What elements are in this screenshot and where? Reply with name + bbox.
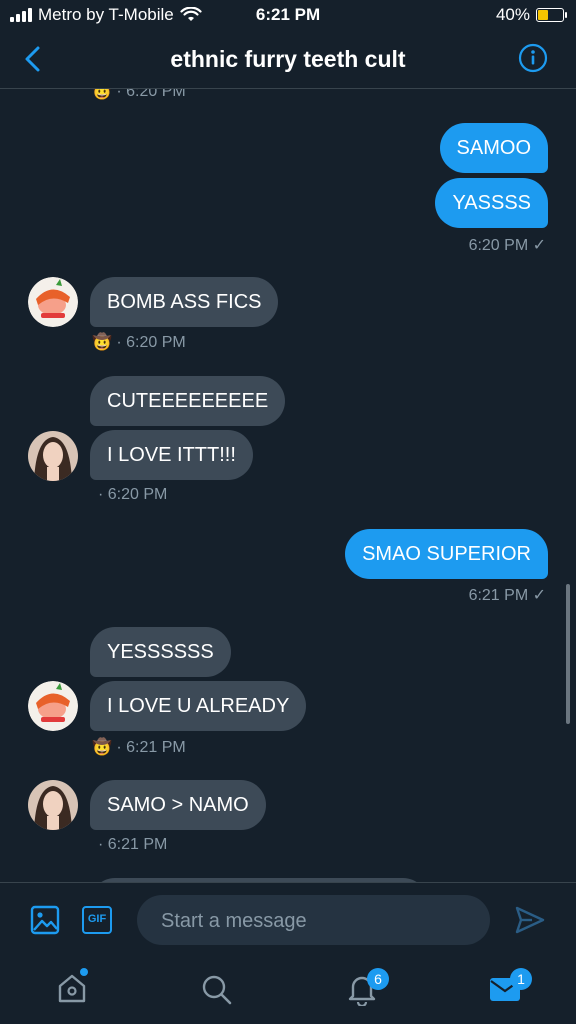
- info-icon[interactable]: [518, 43, 548, 73]
- incoming-message[interactable]: BOMB ASS FICS: [90, 277, 279, 327]
- incoming-message[interactable]: I LOVE U ALREADY: [90, 681, 307, 731]
- message-timestamp: 6:21 PM ✓: [468, 587, 546, 604]
- avatar-portrait-icon: [28, 431, 78, 481]
- incoming-message[interactable]: CUTEEEEEEEEE: [90, 376, 286, 426]
- conversation-header: ethnic furry teeth cult: [0, 30, 576, 89]
- outgoing-message[interactable]: SMAO SUPERIOR: [345, 529, 548, 579]
- avatar[interactable]: [28, 780, 78, 830]
- incoming-message[interactable]: YESSSSSS: [90, 627, 231, 677]
- avatar-orange-hat-icon: [28, 681, 78, 731]
- search-icon[interactable]: [200, 973, 234, 1007]
- image-icon[interactable]: [30, 905, 60, 935]
- battery-icon: [536, 8, 567, 22]
- outgoing-message[interactable]: SAMOO: [439, 123, 548, 173]
- message-timestamp: 6:20 PM ✓: [468, 237, 546, 254]
- home-icon[interactable]: [55, 971, 89, 1005]
- emoji-icon: 🤠: [92, 334, 112, 351]
- gif-label: GIF: [87, 913, 107, 925]
- incoming-message[interactable]: I LOVE ITTT!!!: [90, 430, 253, 480]
- home-unread-dot: [80, 968, 88, 976]
- outgoing-message[interactable]: YASSSS: [435, 178, 548, 228]
- emoji-icon: 🤠: [92, 739, 112, 756]
- avatar[interactable]: [28, 277, 78, 327]
- status-bar: Metro by T-Mobile 6:21 PM 40%: [0, 0, 576, 30]
- incoming-message[interactable]: SAMO > NAMO: [90, 780, 266, 830]
- avatar-portrait-icon: [28, 780, 78, 830]
- send-icon[interactable]: [514, 905, 546, 935]
- conversation-title: ethnic furry teeth cult: [170, 46, 406, 72]
- bottom-tab-bar: 6 1: [0, 958, 576, 1024]
- notifications-badge: 6: [367, 968, 389, 990]
- avatar[interactable]: [28, 681, 78, 731]
- messages-badge: 1: [510, 968, 532, 990]
- message-timestamp: · 6:20 PM: [98, 486, 168, 503]
- message-timestamp: · 6:21 PM: [116, 739, 186, 756]
- avatar[interactable]: [28, 431, 78, 481]
- message-timestamp: · 6:20 PM: [116, 89, 186, 100]
- emoji-icon: 🤠: [92, 89, 112, 100]
- message-timestamp: · 6:21 PM: [98, 836, 168, 853]
- clock: 6:21 PM: [255, 5, 321, 24]
- gif-button[interactable]: GIF: [82, 906, 112, 934]
- message-composer: GIF: [0, 882, 576, 959]
- message-input[interactable]: [159, 895, 473, 947]
- message-timestamp: · 6:20 PM: [116, 334, 186, 351]
- scrollbar[interactable]: [566, 584, 570, 724]
- message-input-container[interactable]: [137, 895, 490, 947]
- message-list[interactable]: 🤠 · 6:20 PM SAMOO YASSSS 6:20 PM ✓ BOMB …: [0, 89, 576, 882]
- avatar-orange-hat-icon: [28, 277, 78, 327]
- battery-percent: 40%: [495, 5, 530, 24]
